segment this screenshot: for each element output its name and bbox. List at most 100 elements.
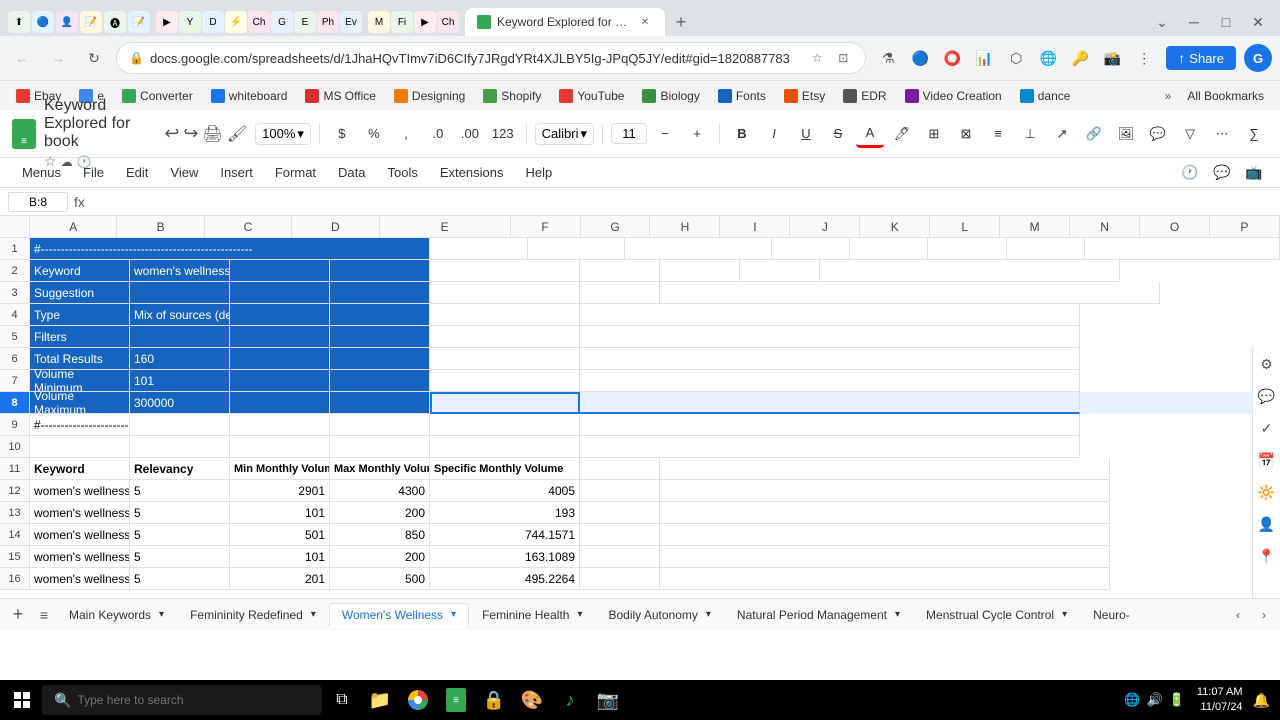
cell-e11[interactable]: Specific Monthly Volume [430,458,580,480]
cell-e2[interactable] [430,260,580,282]
cell-g13[interactable] [660,502,1110,524]
tab-list-button[interactable]: ⌄ [1148,8,1176,36]
underline-button[interactable]: U [792,120,820,148]
tab-menstrual-cycle[interactable]: Menstrual Cycle Control ▾ [913,603,1080,627]
tab-femininity-redefined[interactable]: Femininity Redefined ▾ [177,603,329,627]
font-size-decrease-button[interactable]: − [651,120,679,148]
bookmark-youtube[interactable]: YouTube [551,87,632,105]
currency-button[interactable]: $ [328,120,356,148]
cell-c16[interactable]: 201 [230,568,330,590]
menu-format[interactable]: Format [265,161,326,184]
cell-c8[interactable] [230,392,330,414]
tab-femininity-redefined-dropdown[interactable]: ▾ [311,609,316,620]
cell-c12[interactable]: 2901 [230,480,330,502]
cell-c15[interactable]: 101 [230,546,330,568]
print-icon[interactable]: 🖨 [203,124,223,144]
cell-a7[interactable]: VolumeMinimum [30,370,130,392]
dec-decrease-button[interactable]: .0 [424,120,452,148]
cell-a15[interactable]: women's wellness center columbia mo [30,546,130,568]
tab-bodily-autonomy-dropdown[interactable]: ▾ [706,609,711,620]
taskbar-search-input[interactable] [77,693,310,707]
cell-f11[interactable] [580,458,660,480]
right-panel-keep-icon[interactable]: 🔆 [1253,478,1280,506]
mini-tab-13[interactable]: E [294,11,316,33]
new-tab-button[interactable]: + [667,8,695,36]
mini-tab-10[interactable]: ⚡ [225,11,247,33]
formula-input[interactable] [91,194,1272,209]
cell-c1[interactable] [430,238,528,260]
cell-d10[interactable] [330,436,430,458]
cell-d6[interactable] [330,348,430,370]
bookmark-fonts[interactable]: Fonts [710,87,774,105]
merge-button[interactable]: ⊠ [952,120,980,148]
font-size-increase-button[interactable]: + [683,120,711,148]
pinned-tab-6[interactable]: 📝 [128,11,150,33]
notification-button[interactable]: 🔔 [1247,692,1276,709]
functions-button[interactable]: ∑ [1240,120,1268,148]
cell-b5[interactable] [130,326,230,348]
taskbar-search-box[interactable]: 🔍 [42,685,322,715]
cell-h2[interactable] [740,260,820,282]
network-icon[interactable]: 🌐 [1124,692,1140,708]
right-panel-calendar-icon[interactable]: 📅 [1253,446,1280,474]
col-header-a[interactable]: A [30,216,117,238]
pinned-tab-4[interactable]: 📝 [80,11,102,33]
col-header-o[interactable]: O [1140,216,1210,238]
menu-extensions[interactable]: Extensions [430,161,514,184]
cell-a16[interactable]: women's wellness clinic [30,568,130,590]
cell-b6[interactable]: 160 [130,348,230,370]
right-panel-maps-icon[interactable]: 📍 [1253,542,1280,570]
cell-f7[interactable] [580,370,1080,392]
pinned-tab-2[interactable]: 🔵 [32,11,54,33]
extension-icon-3[interactable]: 📊 [970,44,998,72]
cell-d4[interactable] [330,304,430,326]
col-header-c[interactable]: C [205,216,292,238]
cell-f9[interactable] [580,414,1080,436]
strikethrough-button[interactable]: S [824,120,852,148]
tab-neuro[interactable]: Neuro- [1080,603,1143,627]
bookmark-msoffice[interactable]: MS Office [297,87,383,105]
cell-c10[interactable] [230,436,330,458]
cell-d7[interactable] [330,370,430,392]
cell-e13[interactable]: 193 [430,502,580,524]
battery-icon[interactable]: 🔋 [1169,692,1185,708]
file-explorer-icon[interactable]: 📁 [362,682,398,718]
forward-button[interactable]: → [44,44,72,72]
tab-scroll-left[interactable]: ‹ [1226,603,1250,627]
cell-e16[interactable]: 495.2264 [430,568,580,590]
cell-e1[interactable] [625,238,771,260]
cell-b16[interactable]: 5 [130,568,230,590]
cast-icon[interactable]: ⊡ [833,48,853,68]
right-panel-contacts-icon[interactable]: 👤 [1253,510,1280,538]
cell-g14[interactable] [660,524,1110,546]
cell-e6[interactable] [430,348,580,370]
cell-d9[interactable] [330,414,430,436]
active-tab[interactable]: Keyword Explored for book - Google Sheet… [465,8,665,36]
cell-d12[interactable]: 4300 [330,480,430,502]
cell-d2[interactable] [330,260,430,282]
cell-b10[interactable] [130,436,230,458]
history-clock-icon[interactable]: 🕐 [1176,159,1204,187]
tab-feminine-health-dropdown[interactable]: ▾ [577,609,582,620]
close-button[interactable]: ✕ [1244,8,1272,36]
cell-f15[interactable] [580,546,660,568]
cell-e10[interactable] [430,436,580,458]
menu-menus[interactable]: Menus [12,161,71,184]
more-button[interactable]: ⋮ [1130,44,1158,72]
comment-mode-icon[interactable]: 💬 [1208,159,1236,187]
redo-icon[interactable]: ↪ [183,123,198,144]
col-header-l[interactable]: L [930,216,1000,238]
borders-button[interactable]: ⊞ [920,120,948,148]
cell-g3[interactable] [660,282,1160,304]
security-icon[interactable]: 🔒 [476,682,512,718]
cell-a5[interactable]: Filters [30,326,130,348]
cell-a14[interactable]: women's wellness [30,524,130,546]
mini-tab-11[interactable]: Ch [248,11,270,33]
tab-main-keywords[interactable]: Main Keywords ▾ [56,603,177,627]
mini-tab-8[interactable]: Y [179,11,201,33]
extension-icon-5[interactable]: 🌐 [1034,44,1062,72]
cell-b9[interactable] [130,414,230,436]
mini-tab-15[interactable]: Ev [340,11,362,33]
cell-a6[interactable]: Total Results [30,348,130,370]
cell-f14[interactable] [580,524,660,546]
